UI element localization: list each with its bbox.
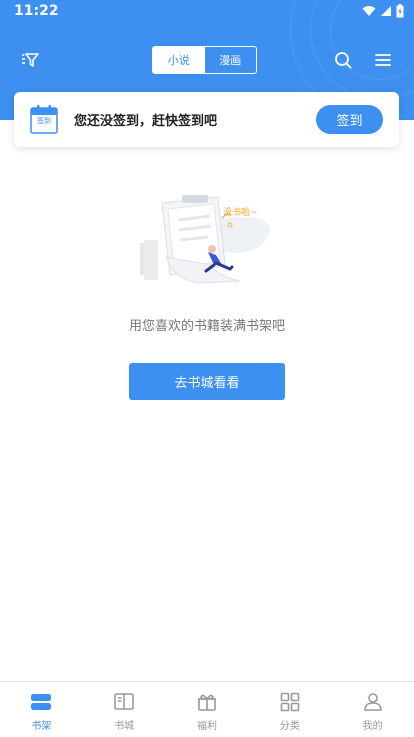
- nav-label-profile: 我的: [362, 721, 383, 732]
- status-time: 11:22: [14, 3, 59, 19]
- battery-icon: [396, 4, 404, 18]
- menu-icon: [375, 54, 391, 66]
- signin-message: 您还没签到，赶快签到吧: [74, 114, 218, 129]
- empty-bubble-text: 没书啦~: [223, 208, 258, 218]
- calendar-icon: 签到: [30, 104, 58, 134]
- status-bar: 11:22: [0, 0, 414, 24]
- tab-comic[interactable]: 漫画: [205, 47, 257, 73]
- nav-label-category: 分类: [279, 721, 300, 732]
- user-icon: [362, 691, 384, 713]
- nav-item-bookstore[interactable]: 书城: [83, 682, 166, 737]
- nav-label-bookstore: 书城: [114, 721, 135, 732]
- app-bar: 小说 漫画: [0, 40, 414, 80]
- signin-card: 签到 您还没签到，赶快签到吧 签到: [14, 92, 399, 147]
- gift-icon: [196, 691, 218, 713]
- empty-state-message: 用您喜欢的书籍装满书架吧: [128, 319, 285, 334]
- empty-illustration-graphic: [140, 195, 270, 284]
- nav-label-welfare: 福利: [196, 721, 217, 732]
- calendar-label: 签到: [37, 117, 51, 125]
- menu-button[interactable]: [369, 46, 397, 74]
- filter-button[interactable]: [16, 46, 44, 74]
- nav-item-profile[interactable]: 我的: [331, 682, 414, 737]
- nav-label-bookshelf: 书架: [31, 721, 52, 732]
- signin-button[interactable]: 签到: [316, 105, 383, 134]
- empty-shelf-illustration: [130, 185, 280, 290]
- grid-icon: [279, 691, 301, 713]
- book-open-icon: [113, 691, 135, 713]
- go-to-bookstore-button[interactable]: 去书城看看: [129, 363, 285, 400]
- search-button[interactable]: [329, 46, 357, 74]
- bottom-nav: 书架 书城 福利 分类 我的: [0, 681, 414, 737]
- content-type-tabs: 小说 漫画: [152, 46, 257, 74]
- bookshelf-icon: [30, 691, 52, 713]
- signal-icon: [381, 6, 391, 16]
- search-icon: [335, 52, 352, 69]
- wifi-icon: [362, 6, 376, 16]
- status-icons: [362, 4, 404, 18]
- nav-item-category[interactable]: 分类: [248, 682, 331, 737]
- nav-item-welfare[interactable]: 福利: [166, 682, 249, 737]
- filter-icon: [22, 53, 39, 67]
- nav-item-bookshelf[interactable]: 书架: [0, 682, 83, 737]
- tab-novel[interactable]: 小说: [153, 47, 205, 73]
